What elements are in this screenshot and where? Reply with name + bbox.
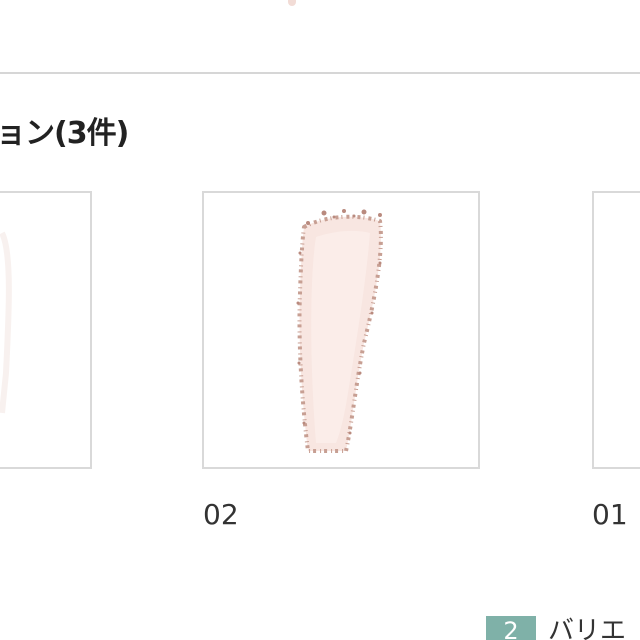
- powder-swatch-icon: [594, 193, 640, 467]
- swatch-label-02: 02: [203, 498, 239, 531]
- powder-swatch-icon: [0, 231, 12, 414]
- swatch-card-03[interactable]: [0, 191, 92, 469]
- swatch-card-02[interactable]: [202, 191, 480, 469]
- swatch-label-01: 01: [592, 498, 628, 531]
- variation-link[interactable]: 2 バリエ: [486, 616, 626, 640]
- variation-number-badge: 2: [486, 616, 536, 640]
- swatch-card-01[interactable]: [592, 191, 640, 469]
- top-swatch-remnant: [288, 0, 296, 6]
- section-divider: [0, 72, 640, 74]
- powder-swatch-icon: [296, 209, 383, 453]
- section-title: ョン(3件): [0, 116, 129, 151]
- variation-label: バリエ: [548, 616, 627, 640]
- variation-page: ョン(3件) 02 01 2 バリエ: [0, 0, 640, 640]
